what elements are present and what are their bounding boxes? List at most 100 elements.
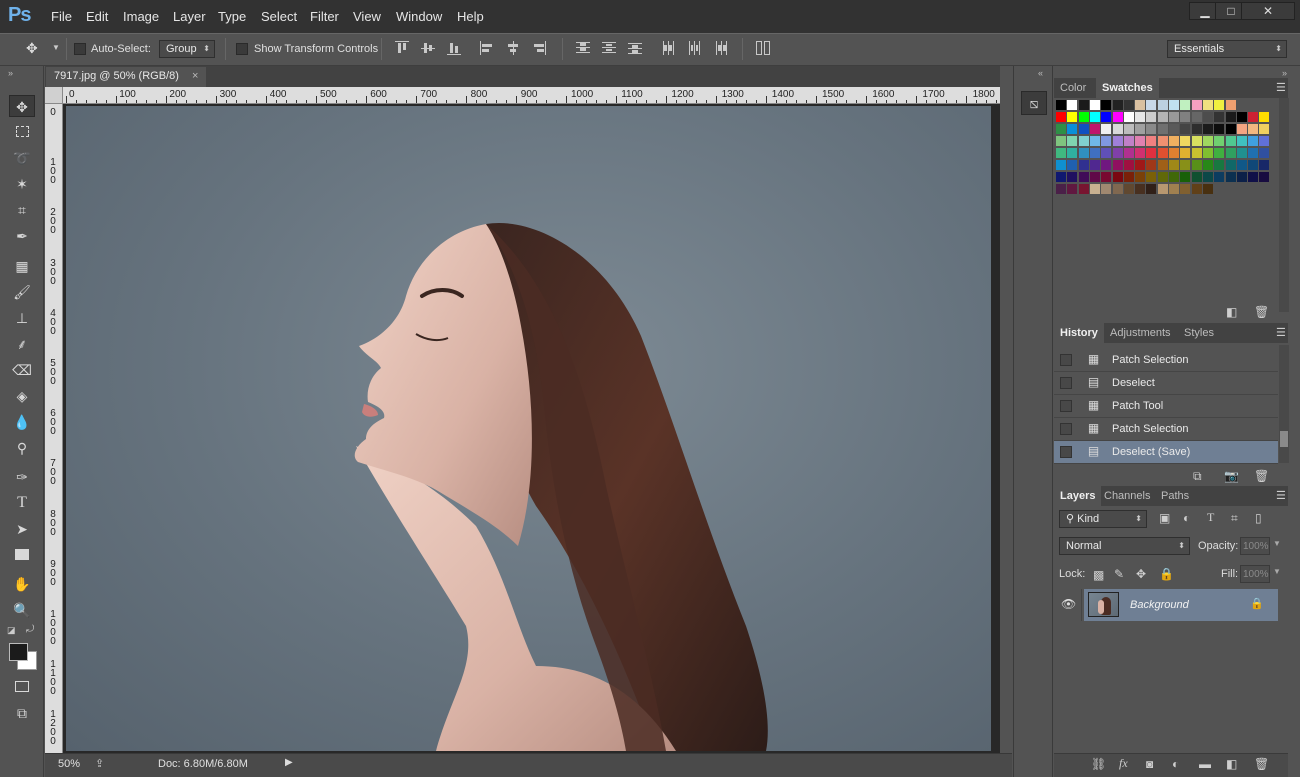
- tab-color[interactable]: Color: [1054, 78, 1092, 98]
- move-tool-preset-icon[interactable]: ✥: [26, 40, 50, 58]
- color-swatch[interactable]: [1180, 160, 1191, 170]
- workspace-dropdown[interactable]: Essentials ⬍: [1167, 40, 1287, 58]
- collapse-arrows-icon[interactable]: «: [1038, 68, 1043, 78]
- move-tool-icon[interactable]: ✥: [9, 95, 35, 117]
- color-swatch[interactable]: [1191, 124, 1202, 134]
- tab-swatches[interactable]: Swatches: [1096, 78, 1159, 98]
- share-icon[interactable]: ⇪: [95, 757, 109, 770]
- align-hcenter-icon[interactable]: [506, 41, 520, 55]
- tab-channels[interactable]: Channels: [1098, 486, 1156, 506]
- color-swatch[interactable]: [1056, 124, 1066, 134]
- color-swatch[interactable]: [1157, 112, 1168, 122]
- color-swatch[interactable]: [1112, 136, 1123, 146]
- color-swatch[interactable]: [1202, 112, 1213, 122]
- color-swatch[interactable]: [1248, 112, 1259, 122]
- color-swatch[interactable]: [1180, 172, 1191, 182]
- snapshot-source-checkbox[interactable]: [1060, 446, 1072, 458]
- color-swatch[interactable]: [1123, 100, 1134, 110]
- horizontal-ruler[interactable]: 0 100 200 300 400 500 600 700 800 900 1000 1100 1200…: [63, 87, 1000, 104]
- color-swatch[interactable]: [1078, 112, 1089, 122]
- align-right-icon[interactable]: [532, 41, 546, 55]
- color-swatch[interactable]: [1169, 100, 1179, 110]
- snapshot-source-checkbox[interactable]: [1060, 354, 1072, 366]
- zoom-level[interactable]: 50%: [58, 758, 80, 770]
- default-colors-icon[interactable]: ◪: [7, 625, 16, 636]
- color-swatch[interactable]: [1078, 184, 1089, 194]
- history-brush-tool-icon[interactable]: ⸙: [9, 333, 35, 355]
- color-swatch[interactable]: [1169, 160, 1179, 170]
- color-swatch[interactable]: [1248, 160, 1259, 170]
- color-swatch[interactable]: [1157, 184, 1168, 194]
- snapshot-source-checkbox[interactable]: [1060, 400, 1072, 412]
- color-swatch[interactable]: [1135, 124, 1146, 134]
- color-swatch[interactable]: [1180, 124, 1191, 134]
- history-item[interactable]: ▤ Deselect: [1054, 372, 1278, 395]
- color-swatch[interactable]: [1067, 148, 1078, 158]
- color-swatch[interactable]: [1067, 184, 1078, 194]
- color-swatch[interactable]: [1056, 172, 1066, 182]
- blend-mode-dropdown[interactable]: Normal ⬍: [1059, 537, 1190, 555]
- hand-tool-icon[interactable]: ✋: [9, 573, 35, 595]
- auto-select-dropdown[interactable]: Group ⬍: [159, 40, 215, 58]
- color-swatch[interactable]: [1214, 124, 1225, 134]
- crop-tool-icon[interactable]: ⌗: [9, 199, 35, 221]
- panel-menu-icon[interactable]: ☰: [1276, 326, 1286, 339]
- color-swatch[interactable]: [1225, 160, 1236, 170]
- link-layers-icon[interactable]: ⛓: [1091, 757, 1106, 771]
- color-swatch[interactable]: [1157, 136, 1168, 146]
- color-swatch[interactable]: [1202, 184, 1213, 194]
- close-button[interactable]: ✕: [1241, 2, 1295, 20]
- distribute-hcenter-icon[interactable]: [688, 41, 702, 55]
- color-swatch[interactable]: [1078, 148, 1089, 158]
- color-swatch[interactable]: [1259, 148, 1270, 158]
- color-swatch[interactable]: [1112, 112, 1123, 122]
- color-swatch[interactable]: [1112, 124, 1123, 134]
- close-tab-icon[interactable]: ×: [192, 70, 198, 82]
- color-swatch[interactable]: [1101, 172, 1112, 182]
- color-swatch[interactable]: [1248, 124, 1259, 134]
- tab-layers[interactable]: Layers: [1054, 486, 1102, 506]
- color-swatch[interactable]: [1101, 100, 1112, 110]
- trash-icon[interactable]: 🗑: [1254, 757, 1269, 771]
- color-swatch[interactable]: [1146, 124, 1157, 134]
- color-swatch[interactable]: [1202, 100, 1213, 110]
- auto-select-checkbox[interactable]: [74, 43, 86, 55]
- document-tab[interactable]: 7917.jpg @ 50% (RGB/8): [46, 67, 206, 87]
- color-swatch[interactable]: [1157, 172, 1168, 182]
- eraser-tool-icon[interactable]: ⌫: [9, 359, 35, 381]
- filter-adjustment-icon[interactable]: ◐: [1183, 511, 1190, 525]
- color-swatch[interactable]: [1180, 184, 1191, 194]
- color-swatch[interactable]: [1101, 124, 1112, 134]
- menu-file[interactable]: File: [51, 9, 72, 24]
- layer-mask-icon[interactable]: ◙: [1146, 757, 1153, 771]
- color-swatch[interactable]: [1112, 172, 1123, 182]
- color-swatch[interactable]: [1101, 148, 1112, 158]
- color-swatch[interactable]: [1123, 172, 1134, 182]
- color-swatch[interactable]: [1101, 112, 1112, 122]
- screen-mode-icon[interactable]: ⧉: [9, 702, 35, 724]
- color-swatch[interactable]: [1169, 112, 1179, 122]
- color-swatch[interactable]: [1236, 124, 1247, 134]
- color-swatch[interactable]: [1202, 172, 1213, 182]
- color-swatch[interactable]: [1214, 172, 1225, 182]
- color-swatch[interactable]: [1259, 124, 1270, 134]
- color-swatch[interactable]: [1101, 184, 1112, 194]
- color-swatch[interactable]: [1056, 148, 1066, 158]
- color-swatch[interactable]: [1123, 148, 1134, 158]
- swatches-scrollbar[interactable]: [1279, 98, 1289, 312]
- patch-tool-icon[interactable]: ▦: [9, 255, 35, 277]
- chevron-down-icon[interactable]: ▼: [1273, 567, 1281, 576]
- color-swatch[interactable]: [1202, 148, 1213, 158]
- zoom-tool-icon[interactable]: 🔍: [9, 599, 35, 621]
- color-swatch[interactable]: [1225, 172, 1236, 182]
- color-swatch[interactable]: [1078, 136, 1089, 146]
- filter-type-icon[interactable]: T: [1207, 510, 1214, 525]
- color-swatch[interactable]: [1259, 160, 1270, 170]
- color-swatch[interactable]: [1191, 184, 1202, 194]
- lock-image-icon[interactable]: ✎: [1114, 567, 1124, 581]
- color-swatch[interactable]: [1236, 172, 1247, 182]
- color-swatch[interactable]: [1236, 136, 1247, 146]
- color-swatch[interactable]: [1259, 136, 1270, 146]
- path-selection-tool-icon[interactable]: ➤: [9, 518, 35, 540]
- color-swatch[interactable]: [1078, 172, 1089, 182]
